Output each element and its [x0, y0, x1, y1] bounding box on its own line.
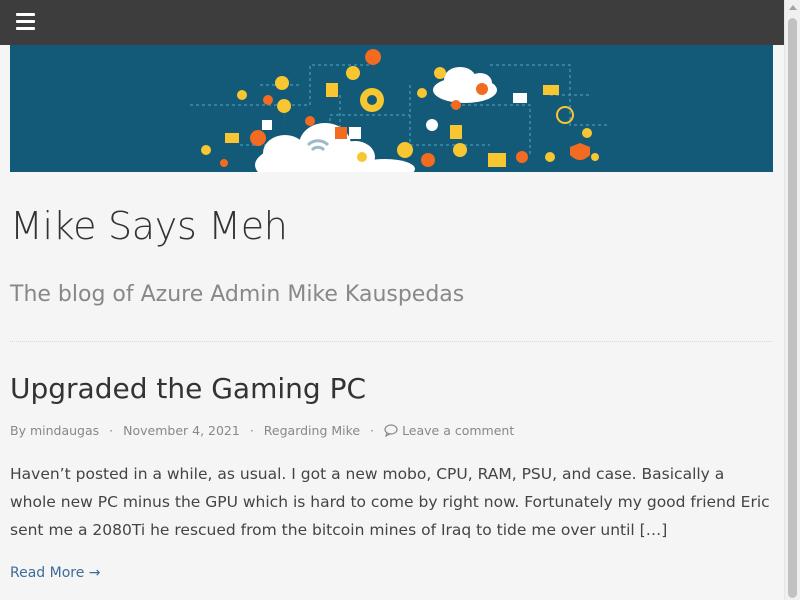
meta-separator: · [370, 423, 375, 438]
post-meta: By mindaugas · November 4, 2021 · Regard… [10, 423, 514, 438]
meta-separator: · [109, 423, 114, 438]
comment-bubble-icon [384, 424, 398, 437]
technology-network-illustration [190, 49, 610, 172]
header-banner-image [10, 45, 773, 172]
gear-icon [360, 88, 384, 112]
hamburger-menu-icon[interactable] [16, 13, 35, 30]
post-date-link[interactable]: November 4, 2021 [123, 423, 240, 438]
site-description: The blog of Azure Admin Mike Kauspedas [10, 282, 465, 307]
category-link[interactable]: Regarding Mike [264, 423, 360, 438]
by-label: By [10, 423, 26, 438]
author-link[interactable]: mindaugas [30, 423, 99, 438]
post-title[interactable]: Upgraded the Gaming PC [10, 372, 366, 405]
scroll-up-arrow-icon[interactable] [789, 5, 797, 10]
vertical-scrollbar[interactable] [784, 0, 800, 600]
header-divider [10, 341, 773, 342]
read-more-link[interactable]: Read More → [10, 565, 101, 581]
site-title[interactable]: Mike Says Meh [10, 204, 288, 248]
meta-separator: · [249, 423, 254, 438]
post-excerpt: Haven’t posted in a while, as usual. I g… [10, 465, 770, 539]
top-navigation-bar [0, 0, 784, 45]
leave-comment-link[interactable]: Leave a comment [402, 423, 514, 438]
scrollbar-thumb[interactable] [788, 18, 797, 598]
